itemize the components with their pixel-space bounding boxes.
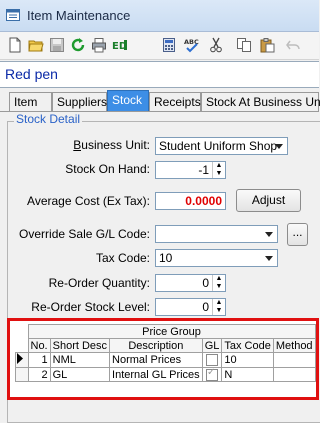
tab-receipts[interactable]: Receipts — [149, 92, 201, 111]
reorder-qty-label: Re-Order Quantity: — [48, 276, 150, 290]
price-group-header: Price Group — [27, 324, 316, 339]
average-cost-label: Average Cost (Ex Tax): — [27, 194, 150, 208]
table-row[interactable]: 1 NML Normal Prices 10 — [15, 352, 316, 368]
row-method[interactable] — [272, 352, 316, 368]
spin-up-icon[interactable]: ▲ — [213, 299, 225, 307]
tab-item[interactable]: Item — [9, 92, 52, 111]
save-icon[interactable] — [48, 36, 66, 54]
stock-detail-label: Stock Detail — [14, 112, 83, 126]
average-cost-field: 0.0000 — [155, 192, 226, 210]
app-icon — [6, 9, 20, 21]
tab-stock[interactable]: Stock — [107, 90, 149, 112]
row-no[interactable]: 1 — [27, 352, 51, 368]
business-unit-value: Student Uniform Shop — [159, 139, 278, 153]
paste-icon[interactable] — [258, 36, 276, 54]
stock-on-hand-label: Stock On Hand: — [65, 162, 150, 176]
gl-checkbox[interactable] — [206, 354, 219, 367]
reorder-level-value: 0 — [202, 300, 209, 314]
row-gl[interactable] — [201, 367, 223, 382]
adjust-button-label: Adjust — [251, 193, 286, 207]
grid-group-header-row: Price Group — [15, 324, 316, 339]
row-no[interactable]: 2 — [27, 367, 51, 382]
business-unit-label-text: usiness Unit: — [81, 138, 150, 152]
copy-icon[interactable] — [235, 36, 253, 54]
row-selector[interactable] — [15, 367, 29, 382]
row-tax-code[interactable]: 10 — [221, 352, 274, 368]
browse-gl-button[interactable]: ... — [287, 223, 308, 246]
col-no[interactable]: No. — [27, 338, 51, 353]
tab-strip: Item Suppliers Stock Receipts Stock At B… — [0, 90, 320, 112]
business-unit-label: Business Unit: — [73, 138, 150, 152]
reorder-level-label: Re-Order Stock Level: — [31, 300, 150, 314]
reorder-qty-field[interactable]: 0 ▲ ▼ — [155, 274, 226, 292]
tax-code-select[interactable]: 10 — [155, 249, 278, 267]
spin-down-icon[interactable]: ▼ — [213, 307, 225, 315]
price-group-highlight: Price Group No. Short Desc Description G… — [7, 318, 319, 400]
chevron-down-icon[interactable] — [261, 250, 277, 266]
reorder-level-field[interactable]: 0 ▲ ▼ — [155, 298, 226, 316]
cut-icon[interactable] — [207, 36, 225, 54]
reorder-qty-value: 0 — [202, 276, 209, 290]
gl-checkbox[interactable] — [206, 367, 219, 381]
col-method[interactable]: Method — [272, 338, 316, 353]
business-unit-select[interactable]: Student Uniform Shop — [155, 137, 288, 155]
table-row[interactable]: 2 GL Internal GL Prices N — [15, 367, 316, 382]
tab-stock-at-business-units[interactable]: Stock At Business Units — [201, 92, 320, 111]
chevron-down-icon[interactable] — [261, 226, 277, 242]
open-icon[interactable] — [27, 36, 45, 54]
browse-gl-label: ... — [292, 225, 303, 239]
stock-on-hand-field[interactable]: -1 ▲ ▼ — [155, 161, 226, 179]
tax-code-label: Tax Code: — [95, 251, 150, 265]
title-bar: Item Maintenance — [0, 0, 319, 32]
row-method[interactable] — [272, 367, 316, 382]
stock-on-hand-spinner[interactable]: ▲ ▼ — [212, 162, 225, 178]
col-tax-code[interactable]: Tax Code — [221, 338, 274, 353]
row-short-desc[interactable]: GL — [49, 367, 111, 382]
record-name: Red pen — [5, 66, 58, 82]
row-gl[interactable] — [201, 352, 223, 368]
reorder-level-spinner[interactable]: ▲ ▼ — [212, 299, 225, 315]
reorder-qty-spinner[interactable]: ▲ ▼ — [212, 275, 225, 291]
col-gl[interactable]: GL — [201, 338, 223, 353]
record-name-bar: Red pen — [0, 61, 319, 88]
spellcheck-icon[interactable]: ABC — [183, 36, 201, 54]
row-tax-code[interactable]: N — [221, 367, 274, 382]
calculator-icon[interactable] — [160, 36, 178, 54]
adjust-button[interactable]: Adjust — [236, 189, 301, 212]
toolbar: ED ABC — [0, 32, 319, 60]
row-selector-icon[interactable] — [15, 352, 29, 368]
row-description[interactable]: Internal GL Prices — [109, 367, 203, 382]
new-icon[interactable] — [6, 36, 24, 54]
price-group-grid[interactable]: Price Group No. Short Desc Description G… — [15, 324, 316, 382]
spin-up-icon[interactable]: ▲ — [213, 162, 225, 170]
col-description[interactable]: Description — [109, 338, 203, 353]
chevron-down-icon[interactable] — [271, 138, 287, 154]
grid-column-header-row: No. Short Desc Description GL Tax Code M… — [15, 338, 316, 353]
window-title: Item Maintenance — [27, 8, 131, 23]
spin-down-icon[interactable]: ▼ — [213, 283, 225, 291]
refresh-icon[interactable] — [69, 36, 87, 54]
spin-down-icon[interactable]: ▼ — [213, 170, 225, 178]
undo-icon[interactable] — [284, 36, 302, 54]
stock-on-hand-value: -1 — [198, 163, 209, 177]
tab-suppliers[interactable]: Suppliers — [52, 92, 107, 111]
row-description[interactable]: Normal Prices — [109, 352, 203, 368]
spin-up-icon[interactable]: ▲ — [213, 275, 225, 283]
override-gl-select[interactable] — [155, 225, 278, 243]
print-icon[interactable] — [90, 36, 108, 54]
row-short-desc[interactable]: NML — [49, 352, 111, 368]
col-short-desc[interactable]: Short Desc — [49, 338, 111, 353]
tax-code-value: 10 — [159, 251, 173, 265]
export-icon[interactable]: ED — [111, 36, 129, 54]
override-gl-label: Override Sale G/L Code: — [19, 227, 150, 241]
